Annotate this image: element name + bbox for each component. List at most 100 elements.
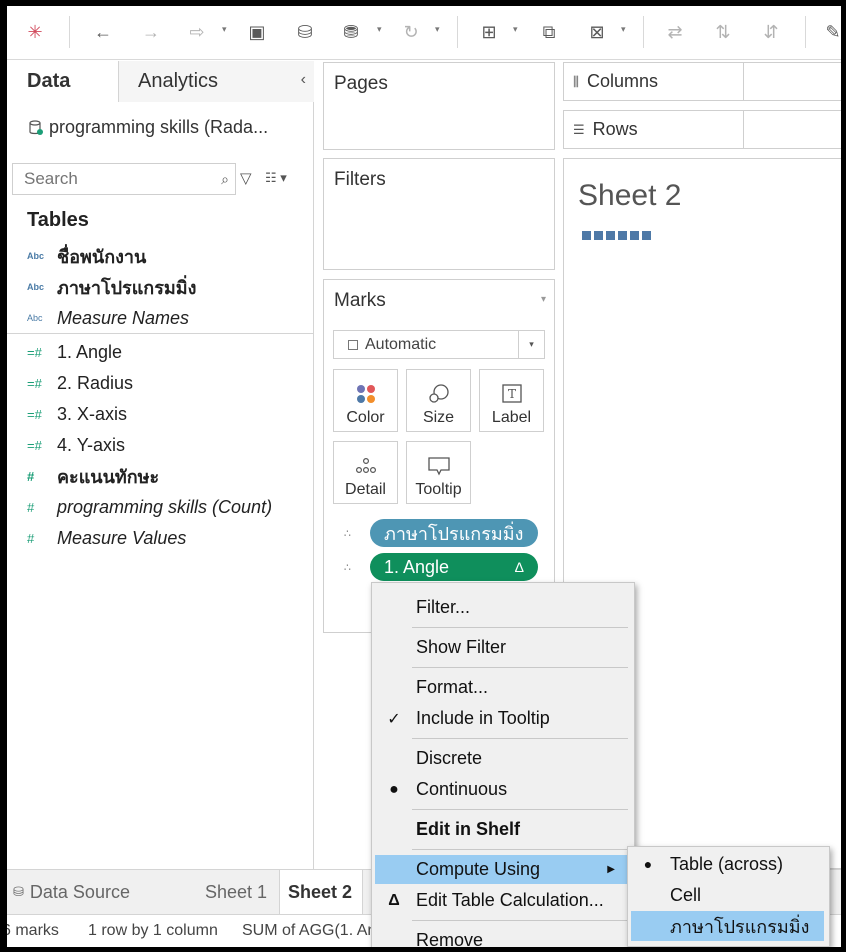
field-x-axis[interactable]: =# 3. X-axis [27, 402, 127, 426]
field-angle[interactable]: =# 1. Angle [27, 340, 122, 364]
rows-shelf-label: ☰ Rows [564, 111, 744, 148]
field-skill-score[interactable]: # คะแนนทักษะ [27, 464, 159, 488]
field-label: 2. Radius [57, 372, 134, 393]
menu-item-edit-in-shelf[interactable]: Edit in Shelf [372, 815, 634, 844]
tab-sheet-2[interactable]: Sheet 2 [279, 870, 363, 914]
tooltip-button[interactable]: Tooltip [406, 441, 471, 504]
tab-data-source[interactable]: ⛁ Data Source [7, 870, 190, 914]
redo-icon[interactable]: → [137, 18, 165, 46]
clear-sheet-icon[interactable]: ⊠ [583, 18, 611, 46]
columns-label: Columns [586, 71, 659, 91]
sort-ascending-icon[interactable]: ⇅ [709, 18, 737, 46]
detail-button[interactable]: Detail [333, 441, 398, 504]
marks-title: Marks [334, 290, 386, 311]
label-button[interactable]: T Label [479, 369, 544, 432]
datasource-selector[interactable]: programming skills (Rada... [29, 117, 268, 138]
view-marks[interactable] [582, 231, 651, 240]
pill-programming-language[interactable]: ภาษาโปรแกรมมิ่ง [370, 519, 538, 547]
highlight-icon[interactable]: ✎ [821, 18, 841, 46]
field-employee-name[interactable]: Abc ชื่อพนักงาน [27, 244, 146, 268]
field-radius[interactable]: =# 2. Radius [27, 371, 133, 395]
string-type-icon: Abc [27, 313, 43, 323]
tab-data[interactable]: Data [7, 61, 118, 102]
field-record-count[interactable]: # programming skills (Count) [27, 495, 272, 519]
detail-icon[interactable]: ∴ [344, 561, 370, 574]
number-type-icon: # [27, 530, 35, 546]
menu-label: Discrete [416, 748, 483, 768]
undo-icon[interactable]: ← [89, 18, 117, 46]
field-y-axis[interactable]: =# 4. Y-axis [27, 433, 125, 457]
refresh-icon[interactable]: ↻ [397, 18, 425, 46]
toolbar-separator [805, 16, 806, 48]
pages-card[interactable]: Pages [323, 62, 555, 150]
menu-label: Edit in Shelf [416, 819, 521, 839]
field-label: ชื่อพนักงาน [57, 246, 147, 267]
filters-card[interactable]: Filters [323, 158, 555, 270]
save-icon[interactable]: ▣ [243, 18, 271, 46]
field-label: ภาษาโปรแกรมมิ่ง [57, 277, 197, 298]
duplicate-sheet-icon[interactable]: ⧉ [535, 18, 563, 46]
field-measure-names[interactable]: Abc Measure Names [27, 306, 189, 330]
tab-sheet-1[interactable]: Sheet 1 [197, 870, 275, 914]
field-label: 3. X-axis [57, 403, 128, 424]
mark-type-dropdown[interactable]: Automatic ▾ [333, 330, 545, 359]
new-datasource-icon[interactable]: ⛁ [291, 18, 319, 46]
menu-item-edit-table-calculation[interactable]: Δ Edit Table Calculation... [372, 886, 634, 915]
menu-item-remove[interactable]: Remove [372, 926, 634, 947]
mark[interactable] [630, 231, 639, 240]
rows-shelf[interactable]: ☰ Rows [563, 110, 841, 149]
submenu-item-cell[interactable]: Cell [628, 880, 829, 910]
detail-icon[interactable]: ∴ [344, 527, 370, 540]
submenu-item-table-across[interactable]: ● Table (across) [628, 849, 829, 879]
menu-item-continuous[interactable]: ● Continuous [372, 775, 634, 804]
fields-divider [7, 333, 314, 334]
mark[interactable] [582, 231, 591, 240]
menu-item-include-in-tooltip[interactable]: ✓ Include in Tooltip [372, 704, 634, 733]
datasource-icon [29, 119, 43, 135]
filter-fields-icon[interactable]: ▽ [240, 169, 252, 187]
search-icon[interactable]: ⌕ [221, 171, 229, 188]
refresh-dropdown-icon[interactable]: ▾ [435, 24, 440, 35]
menu-item-show-filter[interactable]: Show Filter [372, 633, 634, 662]
submenu-item-programming-language[interactable]: ภาษาโปรแกรมมิ่ง [631, 911, 824, 941]
sort-descending-icon[interactable]: ⇵ [757, 18, 785, 46]
mark[interactable] [618, 231, 627, 240]
menu-item-filter[interactable]: Filter... [372, 593, 634, 622]
field-programming-language[interactable]: Abc ภาษาโปรแกรมมิ่ง [27, 275, 196, 299]
new-worksheet-icon[interactable]: ⊞ [475, 18, 503, 46]
tableau-logo-icon[interactable]: ✳ [21, 18, 49, 46]
search-box[interactable]: ⌕ [12, 163, 236, 195]
columns-shelf[interactable]: ⫼ Columns [563, 62, 841, 101]
field-label: 4. Y-axis [57, 434, 126, 455]
marks-menu-icon[interactable]: ▾ [541, 294, 546, 305]
collapse-pane-icon[interactable]: ‹ [301, 71, 306, 89]
search-input[interactable] [22, 168, 202, 190]
mark[interactable] [606, 231, 615, 240]
menu-item-format[interactable]: Format... [372, 673, 634, 702]
mark[interactable] [594, 231, 603, 240]
menu-label: Cell [670, 884, 702, 905]
menu-item-discrete[interactable]: Discrete [372, 744, 634, 773]
menu-label: Format... [416, 677, 489, 697]
replay-icon[interactable]: ⇨ [183, 18, 211, 46]
replay-dropdown-icon[interactable]: ▾ [222, 24, 227, 35]
color-button[interactable]: Color [333, 369, 398, 432]
pill-angle[interactable]: 1. Angle Δ [370, 553, 538, 581]
swap-rows-columns-icon[interactable]: ⇄ [661, 18, 689, 46]
new-worksheet-dropdown-icon[interactable]: ▾ [513, 24, 518, 35]
datasource-dropdown-icon[interactable]: ▾ [377, 24, 382, 35]
field-measure-values[interactable]: # Measure Values [27, 526, 186, 550]
pause-updates-icon[interactable]: ⛃ [337, 18, 365, 46]
toolbar-separator [457, 16, 458, 48]
sheet-title[interactable]: Sheet 2 [578, 179, 681, 213]
clear-dropdown-icon[interactable]: ▾ [621, 24, 626, 35]
chevron-down-icon[interactable]: ▾ [518, 331, 544, 358]
menu-separator [412, 849, 628, 850]
rows-icon: ☰ [573, 121, 585, 137]
view-options-icon[interactable]: ☷ ▾ [265, 170, 287, 186]
size-button[interactable]: Size [406, 369, 471, 432]
menu-item-compute-using[interactable]: Compute Using ▶ [375, 855, 627, 884]
tab-analytics[interactable]: Analytics ‹ [118, 61, 314, 102]
field-label: 1. Angle [57, 341, 123, 362]
mark[interactable] [642, 231, 651, 240]
